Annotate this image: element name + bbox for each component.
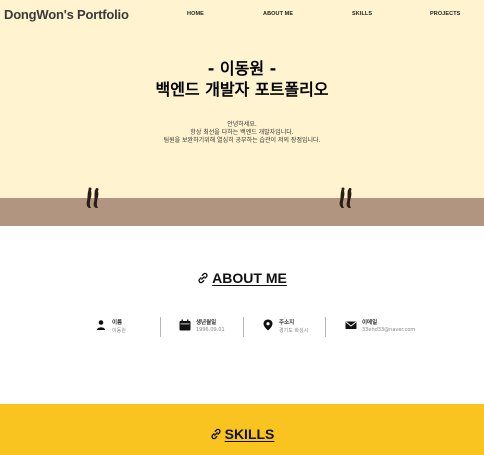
info-label: 이메일 [362,320,378,326]
main-nav: HOME ABOUT ME SKILLS PROJECTS [0,11,484,21]
map-pin-icon [263,319,273,331]
hero-title-role: 백엔드 개발자 포트폴리오 [155,80,329,99]
hero-section: - 이동원 - 백엔드 개발자 포트폴리오 안녕하세요. 항상 최선을 다하는 … [0,30,484,200]
info-value: 경기도 화성시 [279,328,309,334]
skills-section-title: SKILLS [0,426,484,442]
info-label: 이름 [112,320,123,326]
walking-figure-left [86,187,99,208]
walking-figure-right [339,187,352,208]
person-icon [97,320,105,330]
nav-home[interactable]: HOME [187,11,204,17]
info-value: 33ehd33@naver.com [362,327,416,333]
hero-desc-line: 항상 최선을 다하는 백엔드 개발자입니다. [190,129,294,136]
hero-desc-line: 안녕하세요. [227,121,257,128]
info-label: 생년월일 [196,320,217,326]
nav-skills[interactable]: SKILLS [352,11,372,17]
info-divider [325,317,326,337]
calendar-icon [179,319,191,331]
link-icon [198,272,208,284]
info-divider [160,317,161,337]
hero-description: 안녕하세요. 항상 최선을 다하는 백엔드 개발자입니다. 팀원을 보완하기위해… [0,121,484,145]
info-divider [243,317,244,337]
envelope-icon [345,321,357,329]
info-value: 이동원 [112,328,126,334]
info-value: 1996.09.01 [196,327,225,333]
about-title-text[interactable]: ABOUT ME [212,270,287,286]
nav-projects[interactable]: PROJECTS [430,11,460,17]
top-header: DongWon's Portfolio HOME ABOUT ME SKILLS… [0,0,484,30]
hero-desc-line: 팀원을 보완하기위해 열심히 공부하는 습관이 저의 장점입니다. [163,137,321,144]
link-icon [211,428,221,440]
about-section-title: ABOUT ME [0,270,484,286]
hero-ground [0,198,484,226]
info-label: 주소지 [279,320,295,326]
skills-title-text[interactable]: SKILLS [225,426,275,442]
nav-about-me[interactable]: ABOUT ME [263,11,293,17]
skills-section: SKILLS [0,404,484,455]
